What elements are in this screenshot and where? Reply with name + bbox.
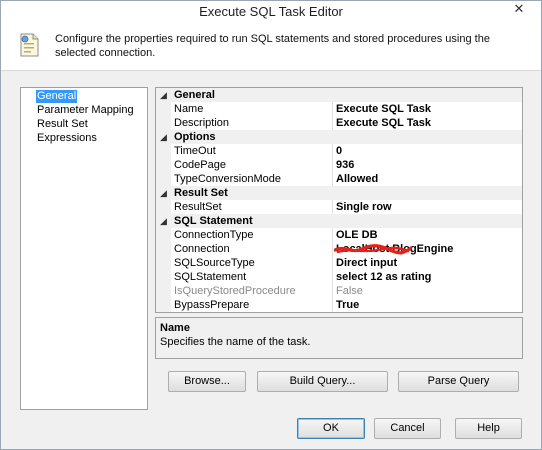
category-label: Options bbox=[174, 131, 216, 143]
ok-button[interactable]: OK bbox=[297, 418, 365, 439]
property-row-sqlsourcetype[interactable]: SQLSourceType Direct input bbox=[156, 256, 522, 270]
execute-sql-task-editor-window: Execute SQL Task Editor ✕ Configure the … bbox=[0, 0, 542, 450]
cancel-button[interactable]: Cancel bbox=[374, 418, 441, 439]
page-navigation-list: General Parameter Mapping Result Set Exp… bbox=[20, 87, 148, 410]
property-grid: ◢ General Name Execute SQL Task Descript… bbox=[155, 87, 523, 313]
property-name: TypeConversionMode bbox=[174, 173, 282, 185]
browse-button[interactable]: Browse... bbox=[168, 371, 246, 392]
property-row-resultset[interactable]: ResultSet Single row bbox=[156, 200, 522, 214]
property-row-description[interactable]: Description Execute SQL Task bbox=[156, 116, 522, 130]
property-row-bypassprepare[interactable]: BypassPrepare True bbox=[156, 298, 522, 312]
title-bar[interactable]: Execute SQL Task Editor ✕ bbox=[1, 1, 541, 22]
column-divider bbox=[332, 298, 333, 312]
column-divider bbox=[332, 102, 333, 116]
category-label: General bbox=[174, 89, 215, 101]
property-name: CodePage bbox=[174, 159, 226, 171]
category-label: SQL Statement bbox=[174, 215, 253, 227]
build-query-button[interactable]: Build Query... bbox=[257, 371, 388, 392]
property-name: ConnectionType bbox=[174, 229, 254, 241]
property-value: False bbox=[336, 285, 363, 297]
task-document-icon bbox=[20, 33, 39, 57]
property-name: Description bbox=[174, 117, 230, 129]
property-name: IsQueryStoredProcedure bbox=[174, 285, 296, 297]
nav-item-general[interactable]: General bbox=[36, 90, 78, 103]
property-row-isquerystoredprocedure: IsQueryStoredProcedure False bbox=[156, 284, 522, 298]
column-divider bbox=[332, 270, 333, 284]
help-button[interactable]: Help bbox=[455, 418, 522, 439]
parse-query-button[interactable]: Parse Query bbox=[398, 371, 519, 392]
category-result-set[interactable]: ◢ Result Set bbox=[156, 186, 522, 200]
column-divider bbox=[332, 256, 333, 270]
property-value[interactable]: True bbox=[336, 298, 359, 312]
column-divider bbox=[332, 200, 333, 214]
property-name: TimeOut bbox=[174, 145, 216, 157]
property-value[interactable]: 0 bbox=[336, 144, 342, 158]
property-row-typeconversionmode[interactable]: TypeConversionMode Allowed bbox=[156, 172, 522, 186]
property-value[interactable]: Execute SQL Task bbox=[336, 102, 431, 116]
property-value[interactable]: 936 bbox=[336, 158, 354, 172]
collapse-icon[interactable]: ◢ bbox=[160, 214, 170, 228]
property-value[interactable]: Direct input bbox=[336, 256, 397, 270]
property-value[interactable]: Allowed bbox=[336, 172, 378, 186]
window-title: Execute SQL Task Editor bbox=[199, 4, 343, 19]
nav-item-result-set[interactable]: Result Set bbox=[36, 118, 89, 131]
header-description: Configure the properties required to run… bbox=[55, 33, 490, 59]
property-value[interactable]: Execute SQL Task bbox=[336, 116, 431, 130]
property-value[interactable]: OLE DB bbox=[336, 228, 378, 242]
close-button[interactable]: ✕ bbox=[503, 1, 535, 18]
property-row-connectiontype[interactable]: ConnectionType OLE DB bbox=[156, 228, 522, 242]
property-row-sqlstatement[interactable]: SQLStatement select 12 as rating bbox=[156, 270, 522, 284]
property-row-codepage[interactable]: CodePage 936 bbox=[156, 158, 522, 172]
description-title: Name bbox=[160, 322, 190, 334]
category-label: Result Set bbox=[174, 187, 228, 199]
column-divider bbox=[332, 284, 333, 298]
property-name: SQLStatement bbox=[174, 271, 247, 283]
description-text: Specifies the name of the task. bbox=[160, 336, 311, 348]
column-divider bbox=[332, 158, 333, 172]
nav-item-expressions[interactable]: Expressions bbox=[36, 132, 98, 145]
category-sql-statement[interactable]: ◢ SQL Statement bbox=[156, 214, 522, 228]
property-name: Connection bbox=[174, 243, 230, 255]
collapse-icon[interactable]: ◢ bbox=[160, 130, 170, 144]
category-general[interactable]: ◢ General bbox=[156, 88, 522, 102]
property-name: SQLSourceType bbox=[174, 257, 255, 269]
collapse-icon[interactable]: ◢ bbox=[160, 186, 170, 200]
property-description-panel: Name Specifies the name of the task. bbox=[155, 317, 523, 359]
property-row-timeout[interactable]: TimeOut 0 bbox=[156, 144, 522, 158]
header-area: Configure the properties required to run… bbox=[1, 22, 541, 71]
column-divider bbox=[332, 116, 333, 130]
property-row-name[interactable]: Name Execute SQL Task bbox=[156, 102, 522, 116]
column-divider bbox=[332, 172, 333, 186]
property-name: ResultSet bbox=[174, 201, 222, 213]
category-options[interactable]: ◢ Options bbox=[156, 130, 522, 144]
nav-item-parameter-mapping[interactable]: Parameter Mapping bbox=[36, 104, 135, 117]
property-row-connection[interactable]: Connection LocalHost.BlogEngine bbox=[156, 242, 522, 256]
property-value[interactable]: Single row bbox=[336, 200, 392, 214]
collapse-icon[interactable]: ◢ bbox=[160, 88, 170, 102]
property-name: Name bbox=[174, 103, 204, 115]
property-value[interactable]: select 12 as rating bbox=[336, 270, 431, 284]
property-name: BypassPrepare bbox=[174, 299, 250, 311]
redaction-scribble bbox=[334, 244, 412, 255]
column-divider bbox=[332, 144, 333, 158]
column-divider bbox=[332, 228, 333, 242]
column-divider bbox=[332, 242, 333, 256]
